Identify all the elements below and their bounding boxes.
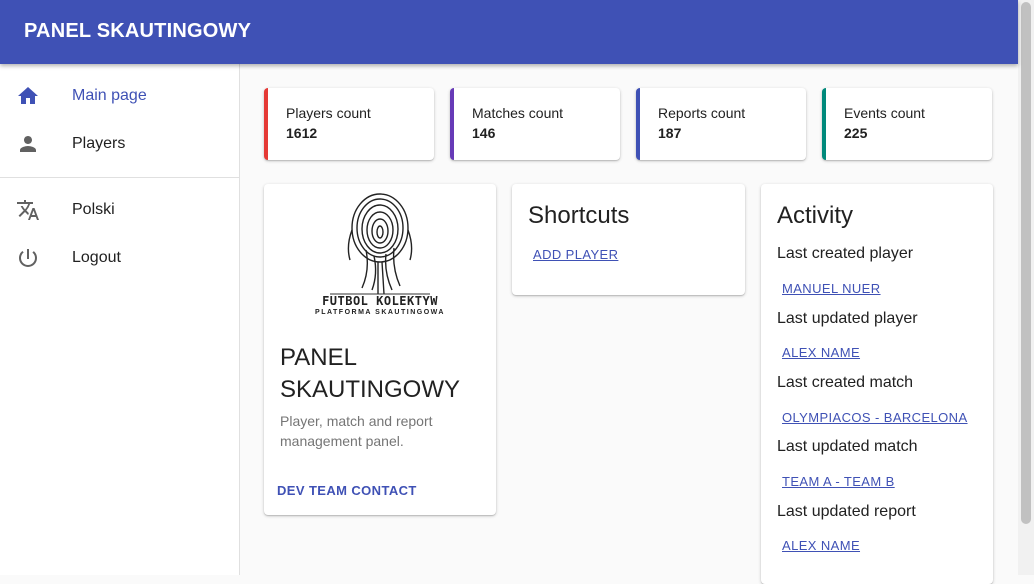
translate-icon [17,200,39,220]
shortcuts-title: Shortcuts [528,202,630,229]
activity-label: Last updated player [777,310,918,327]
stat-value: 187 [658,125,682,141]
page-scrollbar[interactable] [1018,0,1034,575]
activity-link[interactable]: OLYMPIACOS - BARCELONA [782,410,968,425]
sidebar-item-label: Players [72,135,126,152]
shortcuts-card: Shortcuts ADD PLAYER [512,184,745,295]
sidebar-divider [0,177,239,178]
stat-value: 225 [844,125,868,141]
sidebar-item-label: Polski [72,201,115,218]
app-bar: PANEL SKAUTINGOWY [0,0,1018,64]
activity-card: Activity Last created player MANUEL NUER… [761,184,993,584]
panel-card: FUTBOL KOLEKTYW PLATFORMA SKAUTINGOWA PA… [264,184,496,515]
stat-label: Players count [286,105,371,121]
activity-label: Last updated match [777,438,918,455]
sidebar-item-label: Main page [72,87,147,104]
person-icon [20,136,36,152]
dev-team-contact-button[interactable]: DEV TEAM CONTACT [277,483,417,498]
sidebar-item-language[interactable]: Polski [0,186,239,234]
home-icon [18,87,38,104]
activity-link[interactable]: ALEX NAME [782,538,860,553]
app-title: PANEL SKAUTINGOWY [24,20,252,42]
logo-text: FUTBOL KOLEKTYW [322,294,438,308]
stat-card-reports: Reports count 187 [636,88,806,160]
stat-card-matches: Matches count 146 [450,88,620,160]
logo-subtext: PLATFORMA SKAUTINGOWA [315,309,445,316]
panel-description: Player, match and report management pane… [280,413,433,449]
panel-title: PANEL SKAUTINGOWY [280,344,461,403]
stat-value: 146 [472,125,496,141]
activity-link[interactable]: TEAM A - TEAM B [782,474,895,489]
stat-card-events: Events count 225 [822,88,992,160]
sidebar: Main page Players Polski Logout [0,64,240,575]
scrollbar-thumb[interactable] [1021,2,1031,524]
add-player-button[interactable]: ADD PLAYER [533,247,618,262]
sidebar-item-logout[interactable]: Logout [0,234,239,282]
activity-link[interactable]: MANUEL NUER [782,281,881,296]
sidebar-item-players[interactable]: Players [0,120,239,168]
sidebar-item-main-page[interactable]: Main page [0,72,239,120]
activity-label: Last created player [777,245,914,262]
stat-label: Events count [844,105,925,121]
fingerprint-tree-icon [330,193,430,295]
futbol-kolektyw-logo: FUTBOL KOLEKTYW PLATFORMA SKAUTINGOWA [300,190,460,318]
stat-label: Matches count [472,105,564,121]
sidebar-item-label: Logout [72,249,121,266]
activity-title: Activity [777,202,854,229]
activity-label: Last created match [777,374,914,391]
stat-card-players: Players count 1612 [264,88,434,160]
activity-label: Last updated report [777,503,916,520]
stat-label: Reports count [658,105,746,121]
stat-value: 1612 [286,125,318,141]
activity-link[interactable]: ALEX NAME [782,345,860,360]
power-icon [18,249,37,267]
